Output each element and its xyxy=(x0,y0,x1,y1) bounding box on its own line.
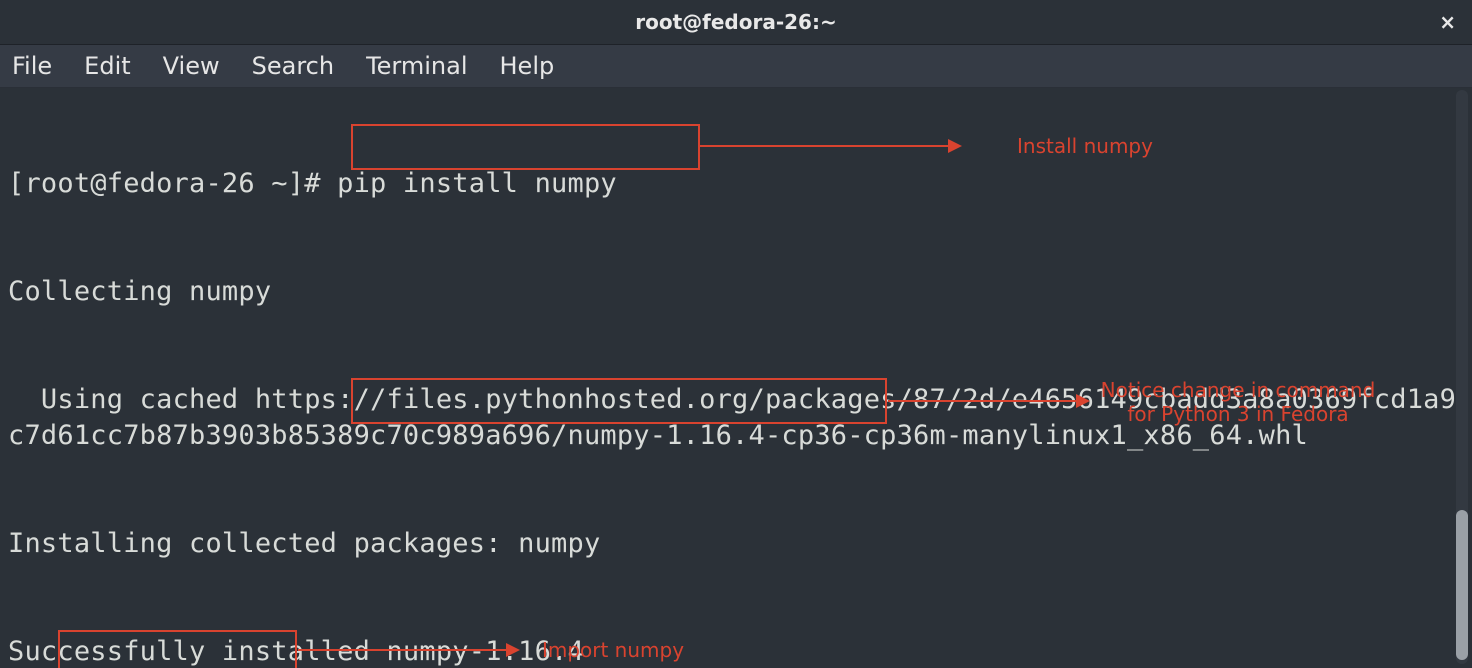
titlebar: root@fedora-26:~ × xyxy=(0,0,1472,45)
scrollbar[interactable] xyxy=(1456,90,1468,664)
menu-search[interactable]: Search xyxy=(252,52,334,80)
window-title: root@fedora-26:~ xyxy=(635,10,836,34)
terminal-line: Collecting numpy xyxy=(8,274,1464,310)
menubar: File Edit View Search Terminal Help xyxy=(0,45,1472,88)
terminal-line: Using cached https://files.pythonhosted.… xyxy=(8,382,1464,454)
terminal-line: [root@fedora-26 ~]# pip install numpy xyxy=(8,166,1464,202)
terminal-line: Successfully installed numpy-1.16.4 xyxy=(8,634,1464,668)
scrollbar-thumb[interactable] xyxy=(1456,510,1468,660)
menu-file[interactable]: File xyxy=(12,52,52,80)
menu-help[interactable]: Help xyxy=(500,52,555,80)
menu-edit[interactable]: Edit xyxy=(84,52,130,80)
menu-terminal[interactable]: Terminal xyxy=(366,52,467,80)
terminal-output[interactable]: [root@fedora-26 ~]# pip install numpy Co… xyxy=(0,88,1472,668)
terminal-line: Installing collected packages: numpy xyxy=(8,526,1464,562)
close-icon[interactable]: × xyxy=(1439,10,1456,34)
menu-view[interactable]: View xyxy=(163,52,220,80)
